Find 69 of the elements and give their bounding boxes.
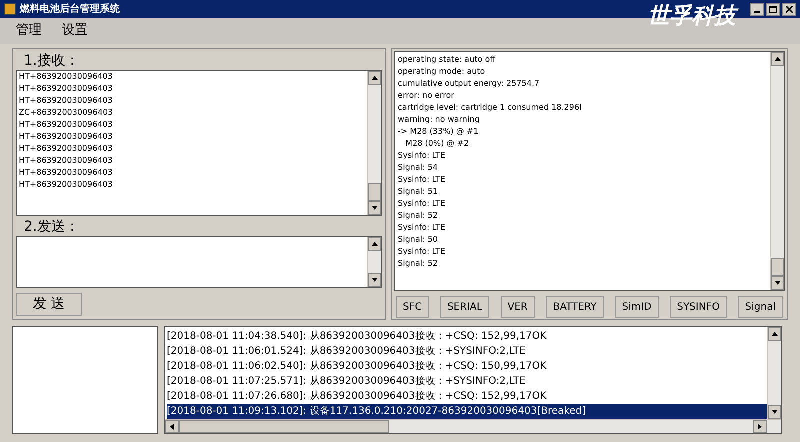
- scrollbar-thumb[interactable]: [179, 420, 389, 433]
- output-line: Sysinfo: LTE: [398, 198, 447, 210]
- output-line: cartridge level: cartridge 1 consumed 18.296l: [398, 102, 583, 114]
- output-line: Signal: 50: [398, 234, 440, 246]
- up-arrow-icon[interactable]: [370, 74, 379, 82]
- output-line: Signal: 52: [398, 210, 440, 222]
- menu-item[interactable]: 管理: [16, 21, 42, 41]
- receive-line: HT+863920030096403: [19, 155, 114, 167]
- log-row[interactable]: [2018-08-01 11:07:26.680]: 从863920030096403接收：+CSQ: 152,99,17OK: [167, 389, 767, 404]
- output-line: warning: no warning: [398, 114, 481, 126]
- receive-line: HT+863920030096403: [19, 167, 114, 179]
- command-button[interactable]: Signal: [738, 296, 783, 318]
- up-arrow-icon[interactable]: [774, 55, 782, 63]
- output-line: Sysinfo: LTE: [398, 150, 447, 162]
- output-line: -> M28 (33%) @ #1: [398, 126, 480, 138]
- command-button[interactable]: SYSINFO: [670, 296, 727, 318]
- receive-label: 1.接收：: [24, 52, 80, 70]
- send-label: 2.发送：: [24, 218, 80, 236]
- vertical-scrollbar[interactable]: [767, 327, 781, 419]
- output-line: M28 (0%) @ #2: [404, 138, 470, 150]
- minimize-button[interactable]: [750, 2, 764, 16]
- output-line: Sysinfo: LTE: [398, 222, 447, 234]
- output-line: Sysinfo: LTE: [398, 174, 447, 186]
- maximize-button[interactable]: [766, 2, 780, 16]
- menu-item[interactable]: 设置: [62, 21, 88, 41]
- output-line: cumulative output energy: 25754.7: [398, 78, 541, 90]
- command-button[interactable]: BATTERY: [546, 296, 604, 318]
- horizontal-scrollbar[interactable]: [165, 419, 781, 433]
- left-arrow-icon[interactable]: [168, 422, 176, 430]
- receive-line: HT+863920030096403: [19, 143, 114, 155]
- receive-line: HT+863920030096403: [19, 179, 114, 191]
- output-line: operating state: auto off: [398, 54, 497, 66]
- down-arrow-icon[interactable]: [370, 204, 379, 212]
- log-row[interactable]: [2018-08-01 11:09:13.102]: 设备117.136.0.210:20027-863920030096403[Breaked]: [167, 404, 767, 419]
- window-title: 燃料电池后台管理系统: [20, 2, 120, 16]
- receive-line: ZC+863920030096403: [19, 107, 114, 119]
- scrollbar-thumb[interactable]: [771, 258, 784, 276]
- log-row[interactable]: [2018-08-01 11:07:25.571]: 从863920030096403接收：+SYSINFO:2,LTE: [167, 374, 767, 389]
- vertical-scrollbar[interactable]: [770, 52, 784, 290]
- scrollbar-thumb[interactable]: [368, 183, 382, 201]
- output-line: Signal: 52: [398, 258, 440, 270]
- vertical-scrollbar[interactable]: [367, 71, 382, 215]
- maximize-icon: [769, 6, 777, 12]
- log-row[interactable]: [2018-08-01 11:04:38.540]: 从863920030096403接收：+CSQ: 152,99,17OK: [167, 329, 767, 344]
- command-button[interactable]: SimID: [615, 296, 659, 318]
- down-arrow-icon[interactable]: [770, 408, 778, 416]
- receive-line: HT+863920030096403: [19, 131, 114, 143]
- output-line: Signal: 51: [398, 186, 440, 198]
- up-arrow-icon[interactable]: [770, 330, 778, 338]
- close-icon: [786, 6, 792, 12]
- right-arrow-icon[interactable]: [756, 422, 764, 430]
- minimize-icon: [754, 10, 760, 12]
- log-row[interactable]: [2018-08-01 11:06:01.524]: 从863920030096403接收：+SYSINFO:2,LTE: [167, 344, 767, 359]
- close-button[interactable]: [782, 2, 796, 16]
- receive-line: HT+863920030096403: [19, 119, 114, 131]
- send-button[interactable]: 发 送: [16, 293, 82, 316]
- output-line: error: no error: [398, 90, 456, 102]
- command-button[interactable]: SERIAL: [440, 296, 490, 318]
- log-row[interactable]: [2018-08-01 11:06:02.540]: 从863920030096403接收：+CSQ: 150,99,17OK: [167, 359, 767, 374]
- output-line: operating mode: auto: [398, 66, 486, 78]
- receive-line: HT+863920030096403: [19, 95, 114, 107]
- receive-line: HT+863920030096403: [19, 83, 114, 95]
- output-line: Signal: 54: [398, 162, 440, 174]
- command-button[interactable]: SFC: [396, 296, 430, 318]
- app-icon: [4, 3, 16, 15]
- receive-line: HT+863920030096403: [19, 71, 114, 83]
- output-line: Sysinfo: LTE: [398, 246, 447, 258]
- down-arrow-icon[interactable]: [774, 279, 782, 287]
- command-button[interactable]: VER: [500, 296, 535, 318]
